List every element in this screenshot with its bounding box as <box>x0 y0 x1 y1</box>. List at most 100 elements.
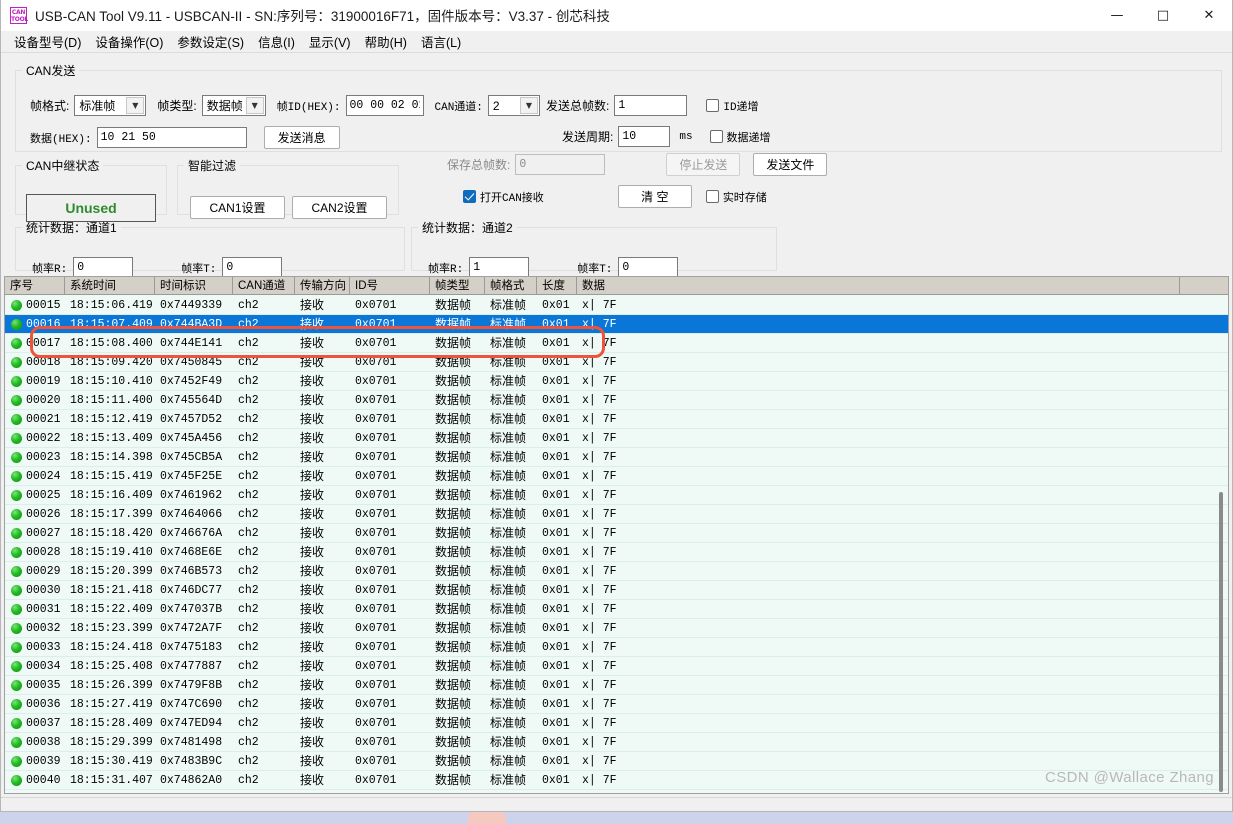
cell-len: 0x01 <box>542 527 570 540</box>
table-row[interactable]: 00030 18:15:21.418 0x746DC77 ch2 接收 0x0701 数据帧… <box>5 581 1228 600</box>
chevron-down-icon[interactable]: ▼ <box>245 97 264 114</box>
cell-no: 00025 <box>5 486 65 504</box>
table-header-cell-8[interactable]: 长度 <box>537 277 577 294</box>
table-row[interactable]: 00031 18:15:22.409 0x747037B ch2 接收 0x0701 数据帧… <box>5 600 1228 619</box>
table-row[interactable]: 00023 18:15:14.398 0x745CB5A ch2 接收 0x0701 数据帧… <box>5 448 1228 467</box>
table-row[interactable]: 00026 18:15:17.399 0x7464066 ch2 接收 0x0701 数据帧… <box>5 505 1228 524</box>
table-row[interactable]: 00027 18:15:18.420 0x746676A ch2 接收 0x0701 数据帧… <box>5 524 1228 543</box>
table-header-cell-4[interactable]: 传输方向 <box>295 277 350 294</box>
table-header-cell-9[interactable]: 数据 <box>577 277 1180 294</box>
menu-item-language[interactable]: 语言(L) <box>414 30 468 53</box>
menu-item-device-operation[interactable]: 设备操作(O) <box>88 30 170 53</box>
table-row[interactable]: 00036 18:15:27.419 0x747C690 ch2 接收 0x0701 数据帧… <box>5 695 1228 714</box>
ch2-rate-r-input[interactable] <box>469 257 530 278</box>
table-row[interactable]: 00037 18:15:28.409 0x747ED94 ch2 接收 0x0701 数据帧… <box>5 714 1228 733</box>
table-row[interactable]: 00025 18:15:16.409 0x7461962 ch2 接收 0x0701 数据帧… <box>5 486 1228 505</box>
cell-data: x| 7F <box>582 736 617 749</box>
cell-no-text: 00039 <box>26 755 61 768</box>
table-row[interactable]: 00035 18:15:26.399 0x7479F8B ch2 接收 0x0701 数据帧… <box>5 676 1228 695</box>
cell-time: 18:15:17.399 <box>70 508 153 521</box>
chevron-down-icon[interactable]: ▼ <box>519 97 538 114</box>
send-file-button[interactable]: 发送文件 <box>753 153 828 176</box>
frame-id-input[interactable] <box>345 95 424 116</box>
table-row[interactable]: 00038 18:15:29.399 0x7481498 ch2 接收 0x0701 数据帧… <box>5 733 1228 752</box>
table-header-cell-2[interactable]: 时间标识 <box>155 277 233 294</box>
id-increment-checkbox[interactable]: ID递增 <box>706 98 759 114</box>
menu-item-parameter-settings[interactable]: 参数设定(S) <box>170 30 251 53</box>
table-body: 00015 18:15:06.419 0x7449339 ch2 接收 0x0701 数据帧… <box>5 296 1228 793</box>
vertical-scrollbar[interactable] <box>1215 296 1227 792</box>
table-header-cell-7[interactable]: 帧格式 <box>485 277 537 294</box>
relay-status-box: Unused <box>26 194 156 222</box>
checkbox-checked-icon[interactable] <box>463 190 476 203</box>
menu-item-help[interactable]: 帮助(H) <box>358 30 414 53</box>
can-send-legend: CAN发送 <box>26 64 76 78</box>
table-row[interactable]: 00034 18:15:25.408 0x7477887 ch2 接收 0x0701 数据帧… <box>5 657 1228 676</box>
table-header-cell-6[interactable]: 帧类型 <box>430 277 485 294</box>
maximize-button[interactable]: □ <box>1140 0 1186 31</box>
cell-len: 0x01 <box>542 546 570 559</box>
can1-settings-button[interactable]: CAN1设置 <box>190 196 285 219</box>
send-message-button[interactable]: 发送消息 <box>263 126 340 149</box>
table-row[interactable]: 00016 18:15:07.409 0x744BA3D ch2 接收 0x0701 数据帧… <box>5 315 1228 334</box>
can-relay-legend: CAN中继状态 <box>26 159 100 173</box>
table-row[interactable]: 00017 18:15:08.400 0x744E141 ch2 接收 0x0701 数据帧… <box>5 334 1228 353</box>
status-dot-icon <box>11 433 22 444</box>
checkbox-icon[interactable] <box>709 130 723 143</box>
ch1-rate-r-input[interactable] <box>73 257 134 278</box>
table-row[interactable]: 00018 18:15:09.420 0x7450845 ch2 接收 0x0701 数据帧… <box>5 353 1228 372</box>
cell-dir: 接收 <box>300 545 325 559</box>
cell-no-text: 00015 <box>26 299 61 312</box>
status-dot-icon <box>11 604 22 615</box>
ch1-rate-t-input[interactable] <box>222 257 283 278</box>
table-row[interactable]: 00024 18:15:15.419 0x745F25E ch2 接收 0x0701 数据帧… <box>5 467 1228 486</box>
table-header-cell-0[interactable]: 序号 <box>5 277 65 294</box>
table-row[interactable]: 00022 18:15:13.409 0x745A456 ch2 接收 0x0701 数据帧… <box>5 429 1228 448</box>
minimize-button[interactable]: — <box>1094 0 1140 31</box>
save-total-frames-input <box>515 154 606 175</box>
ch2-rate-t-input[interactable] <box>618 257 679 278</box>
table-header-cell-10[interactable] <box>1180 277 1228 294</box>
table-header-cell-3[interactable]: CAN通道 <box>233 277 295 294</box>
clear-button[interactable]: 清 空 <box>617 185 692 208</box>
menu-item-info[interactable]: 信息(I) <box>251 30 302 53</box>
table-row[interactable]: 00020 18:15:11.400 0x745564D ch2 接收 0x0701 数据帧… <box>5 391 1228 410</box>
realtime-store-checkbox[interactable]: 实时存储 <box>705 189 767 205</box>
checkbox-icon[interactable] <box>706 99 720 112</box>
table-row[interactable]: 00019 18:15:10.410 0x7452F49 ch2 接收 0x0701 数据帧… <box>5 372 1228 391</box>
cell-id: 0x0701 <box>355 717 397 730</box>
close-button[interactable]: ✕ <box>1186 0 1232 31</box>
cell-dir: 接收 <box>300 469 325 483</box>
frame-type-select[interactable]: 数据帧 ▼ <box>201 95 266 116</box>
data-increment-checkbox[interactable]: 数据递增 <box>709 129 771 145</box>
table-row[interactable]: 00033 18:15:24.418 0x7475183 ch2 接收 0x0701 数据帧… <box>5 638 1228 657</box>
scrollbar-thumb[interactable] <box>1219 492 1223 792</box>
send-period-input[interactable] <box>618 126 671 147</box>
chevron-down-icon[interactable]: ▼ <box>126 97 145 114</box>
table-header-cell-5[interactable]: ID号 <box>350 277 430 294</box>
can-channel-select[interactable]: 2 ▼ <box>487 95 540 116</box>
taskbar-item[interactable] <box>468 812 506 824</box>
can2-settings-button[interactable]: CAN2设置 <box>292 196 387 219</box>
total-frames-input[interactable] <box>614 95 688 116</box>
stop-send-button[interactable]: 停止发送 <box>666 153 741 176</box>
cell-data: x| 7F <box>582 432 617 445</box>
menu-item-display[interactable]: 显示(V) <box>302 30 358 53</box>
data-hex-input[interactable] <box>96 127 247 148</box>
table-row[interactable]: 00032 18:15:23.399 0x7472A7F ch2 接收 0x0701 数据帧… <box>5 619 1228 638</box>
open-can-receive-checkbox[interactable]: 打开CAN接收 <box>463 189 544 205</box>
table-row[interactable]: 00015 18:15:06.419 0x7449339 ch2 接收 0x0701 数据帧… <box>5 296 1228 315</box>
table-row[interactable]: 00021 18:15:12.419 0x7457D52 ch2 接收 0x0701 数据帧… <box>5 410 1228 429</box>
checkbox-icon[interactable] <box>705 190 719 203</box>
table-row[interactable]: 00029 18:15:20.399 0x746B573 ch2 接收 0x0701 数据帧… <box>5 562 1228 581</box>
menu-item-device-model[interactable]: 设备型号(D) <box>7 30 88 53</box>
cell-time: 18:15:30.419 <box>70 755 153 768</box>
table-row[interactable]: 00028 18:15:19.410 0x7468E6E ch2 接收 0x0701 数据帧… <box>5 543 1228 562</box>
cell-tick: 0x7477887 <box>160 660 223 673</box>
cell-len: 0x01 <box>542 413 570 426</box>
cell-format: 标准帧 <box>490 450 527 464</box>
table-header-cell-1[interactable]: 系统时间 <box>65 277 155 294</box>
frame-format-select[interactable]: 标准帧 ▼ <box>74 95 147 116</box>
cell-no-text: 00035 <box>26 679 61 692</box>
cell-time: 18:15:28.409 <box>70 717 153 730</box>
